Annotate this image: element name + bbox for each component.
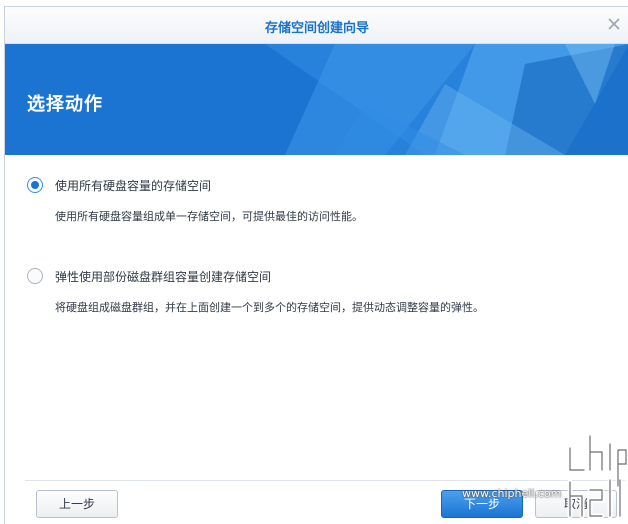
option-description: 使用所有硬盘容量组成单一存储空间，可提供最佳的访问性能。 [55,210,363,223]
chiphell-logo-icon [567,433,628,519]
footer-divider [25,480,625,481]
watermark-text: www.chiphell.com [462,487,562,500]
dialog-titlebar: 存储空间创建向导 [5,7,628,44]
wizard-banner: 选择动作 [5,44,628,155]
wizard-dialog: 存储空间创建向导 选择动作 使用所有硬盘容量的存储空间 使用所有硬盘容量组成单一… [4,6,628,524]
previous-button[interactable]: 上一步 [36,490,118,518]
close-icon[interactable] [605,15,623,33]
step-heading: 选择动作 [27,94,103,115]
radio-flexible-capacity[interactable] [27,268,43,284]
option-label[interactable]: 弹性使用部份磁盘群组容量创建存储空间 [55,268,271,285]
dialog-title: 存储空间创建向导 [264,21,369,36]
option-description: 将硬盘组成磁盘群组，并在上面创建一个到多个的存储空间，提供动态调整容量的弹性。 [55,301,484,314]
radio-all-capacity[interactable] [27,177,43,193]
option-label[interactable]: 使用所有硬盘容量的存储空间 [55,177,211,194]
